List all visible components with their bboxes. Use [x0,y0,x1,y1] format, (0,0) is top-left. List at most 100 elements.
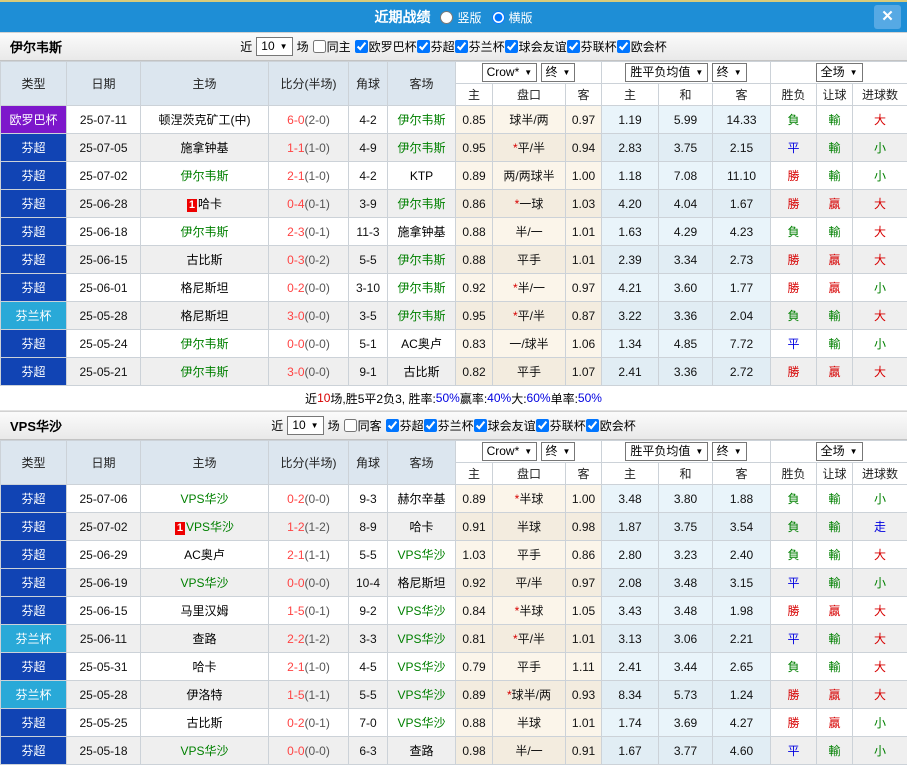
euro-home-odds-cell: 3.22 [602,302,659,330]
home-team-cell: 古比斯 [141,709,269,737]
euro-avg-select[interactable]: 胜平负均值▼ [625,442,708,461]
match-row: 芬超25-06-18伊尔韦斯2-3(0-1)11-3施拿钟基0.88半/一1.0… [1,218,907,246]
same-venue-checkbox-input[interactable] [344,419,357,432]
handicap-result-cell: 輸 [817,513,853,541]
league-checkbox-input[interactable] [355,40,368,53]
league-type-cell: 芬超 [1,737,67,765]
recent-results-window: 近期战绩 竖版 横版 ✕ 伊尔韦斯 近 10▼ 场 同主 欧罗巴杯芬超芬兰杯球会… [0,0,907,765]
layout-vertical-radio[interactable] [440,11,453,24]
asian-final-select[interactable]: 终▼ [541,442,576,461]
match-count-select[interactable]: 10▼ [256,37,292,56]
league-checkbox-input[interactable] [424,419,437,432]
league-checkbox[interactable]: 欧会杯 [586,417,636,434]
result-cell: 負 [771,541,817,569]
league-checkbox-input[interactable] [505,40,518,53]
league-type-cell: 芬超 [1,162,67,190]
league-checkbox-input[interactable] [536,419,549,432]
league-checkbox-input[interactable] [386,419,399,432]
match-rows-vps: 芬超25-07-06VPS华沙0-2(0-0)9-3赫尔辛基0.89*半球1.0… [1,485,907,765]
sub-header-result: 胜负 [771,463,817,485]
goals-result-cell: 大 [853,246,907,274]
league-checkbox[interactable]: 芬联杯 [567,38,617,55]
same-venue-checkbox-input[interactable] [313,40,326,53]
full-match-select[interactable]: 全场▼ [816,442,863,461]
handicap-result-cell: 贏 [817,358,853,386]
score-cell: 1-5(1-1) [269,681,349,709]
handicap-cell: 平/半 [493,569,566,597]
league-checkbox[interactable]: 欧罗巴杯 [355,38,417,55]
match-count-select[interactable]: 10▼ [287,416,323,435]
result-cell: 勝 [771,358,817,386]
league-checkbox-input[interactable] [567,40,580,53]
full-match-select[interactable]: 全场▼ [816,63,863,82]
league-checkbox-input[interactable] [455,40,468,53]
asian-final-select[interactable]: 终▼ [541,63,576,82]
euro-avg-select[interactable]: 胜平负均值▼ [625,63,708,82]
league-checkbox-label: 球会友谊 [488,417,536,434]
close-button[interactable]: ✕ [874,5,901,29]
league-checkbox-input[interactable] [586,419,599,432]
goals-result-cell: 大 [853,190,907,218]
euro-away-odds-cell: 1.24 [713,681,771,709]
sub-header-asian-away: 客 [566,463,602,485]
league-checkbox-input[interactable] [617,40,630,53]
same-venue-checkbox[interactable]: 同主 [313,38,351,55]
result-cell: 勝 [771,162,817,190]
euro-draw-odds-cell: 4.04 [659,190,713,218]
layout-horizontal-option[interactable]: 横版 [492,9,533,26]
bookmaker-select[interactable]: Crow*▼ [482,442,538,461]
euro-draw-odds-cell: 5.99 [659,106,713,134]
layout-vertical-option[interactable]: 竖版 [440,9,481,26]
recent-label: 近 [240,38,252,55]
goals-result-cell: 大 [853,106,907,134]
result-cell: 負 [771,302,817,330]
chevron-down-icon: ▼ [563,444,571,459]
layout-horizontal-radio[interactable] [492,11,505,24]
asian-odds-group-header: Crow*▼ 终▼ [456,62,602,84]
league-checkbox-label: 欧罗巴杯 [369,38,417,55]
league-checkbox-input[interactable] [474,419,487,432]
asian-away-odds-cell: 0.87 [566,302,602,330]
league-checkbox[interactable]: 芬联杯 [536,417,586,434]
league-type-cell: 芬兰杯 [1,302,67,330]
date-cell: 25-05-31 [67,653,141,681]
result-cell: 負 [771,513,817,541]
corner-count-cell: 9-2 [349,597,388,625]
date-cell: 25-05-21 [67,358,141,386]
euro-home-odds-cell: 2.41 [602,358,659,386]
match-row: 芬超25-06-19VPS华沙0-0(0-0)10-4格尼斯坦0.92平/半0.… [1,569,907,597]
handicap-cell: 一/球半 [493,330,566,358]
goals-result-cell: 大 [853,358,907,386]
handicap-result-cell: 輸 [817,541,853,569]
euro-final-select[interactable]: 终▼ [712,63,747,82]
asian-away-odds-cell: 0.93 [566,681,602,709]
sub-header-asian-home: 主 [456,463,493,485]
score-cell: 0-0(0-0) [269,330,349,358]
league-checkbox[interactable]: 欧会杯 [617,38,667,55]
bookmaker-select[interactable]: Crow*▼ [482,63,538,82]
home-team-cell: 古比斯 [141,246,269,274]
league-checkbox[interactable]: 芬兰杯 [455,38,505,55]
handicap-result-cell: 贏 [817,681,853,709]
league-filter-group: 芬超芬兰杯球会友谊芬联杯欧会杯 [386,417,636,434]
col-header-type: 类型 [1,62,67,106]
euro-final-select[interactable]: 终▼ [712,442,747,461]
home-team-cell: 1哈卡 [141,190,269,218]
home-team-cell: 顿涅茨克矿工(中) [141,106,269,134]
asian-away-odds-cell: 1.01 [566,218,602,246]
summary-segment: 单率: [551,390,578,407]
euro-away-odds-cell: 4.27 [713,709,771,737]
league-checkbox[interactable]: 球会友谊 [474,417,536,434]
league-checkbox[interactable]: 芬超 [417,38,455,55]
league-type-cell: 芬超 [1,541,67,569]
score-cell: 2-1(1-0) [269,162,349,190]
league-checkbox[interactable]: 芬超 [386,417,424,434]
euro-draw-odds-cell: 4.29 [659,218,713,246]
league-checkbox[interactable]: 芬兰杯 [424,417,474,434]
same-venue-checkbox[interactable]: 同客 [344,417,382,434]
euro-home-odds-cell: 2.80 [602,541,659,569]
league-checkbox[interactable]: 球会友谊 [505,38,567,55]
league-checkbox-input[interactable] [417,40,430,53]
league-type-cell: 芬兰杯 [1,625,67,653]
handicap-result-cell: 贏 [817,246,853,274]
